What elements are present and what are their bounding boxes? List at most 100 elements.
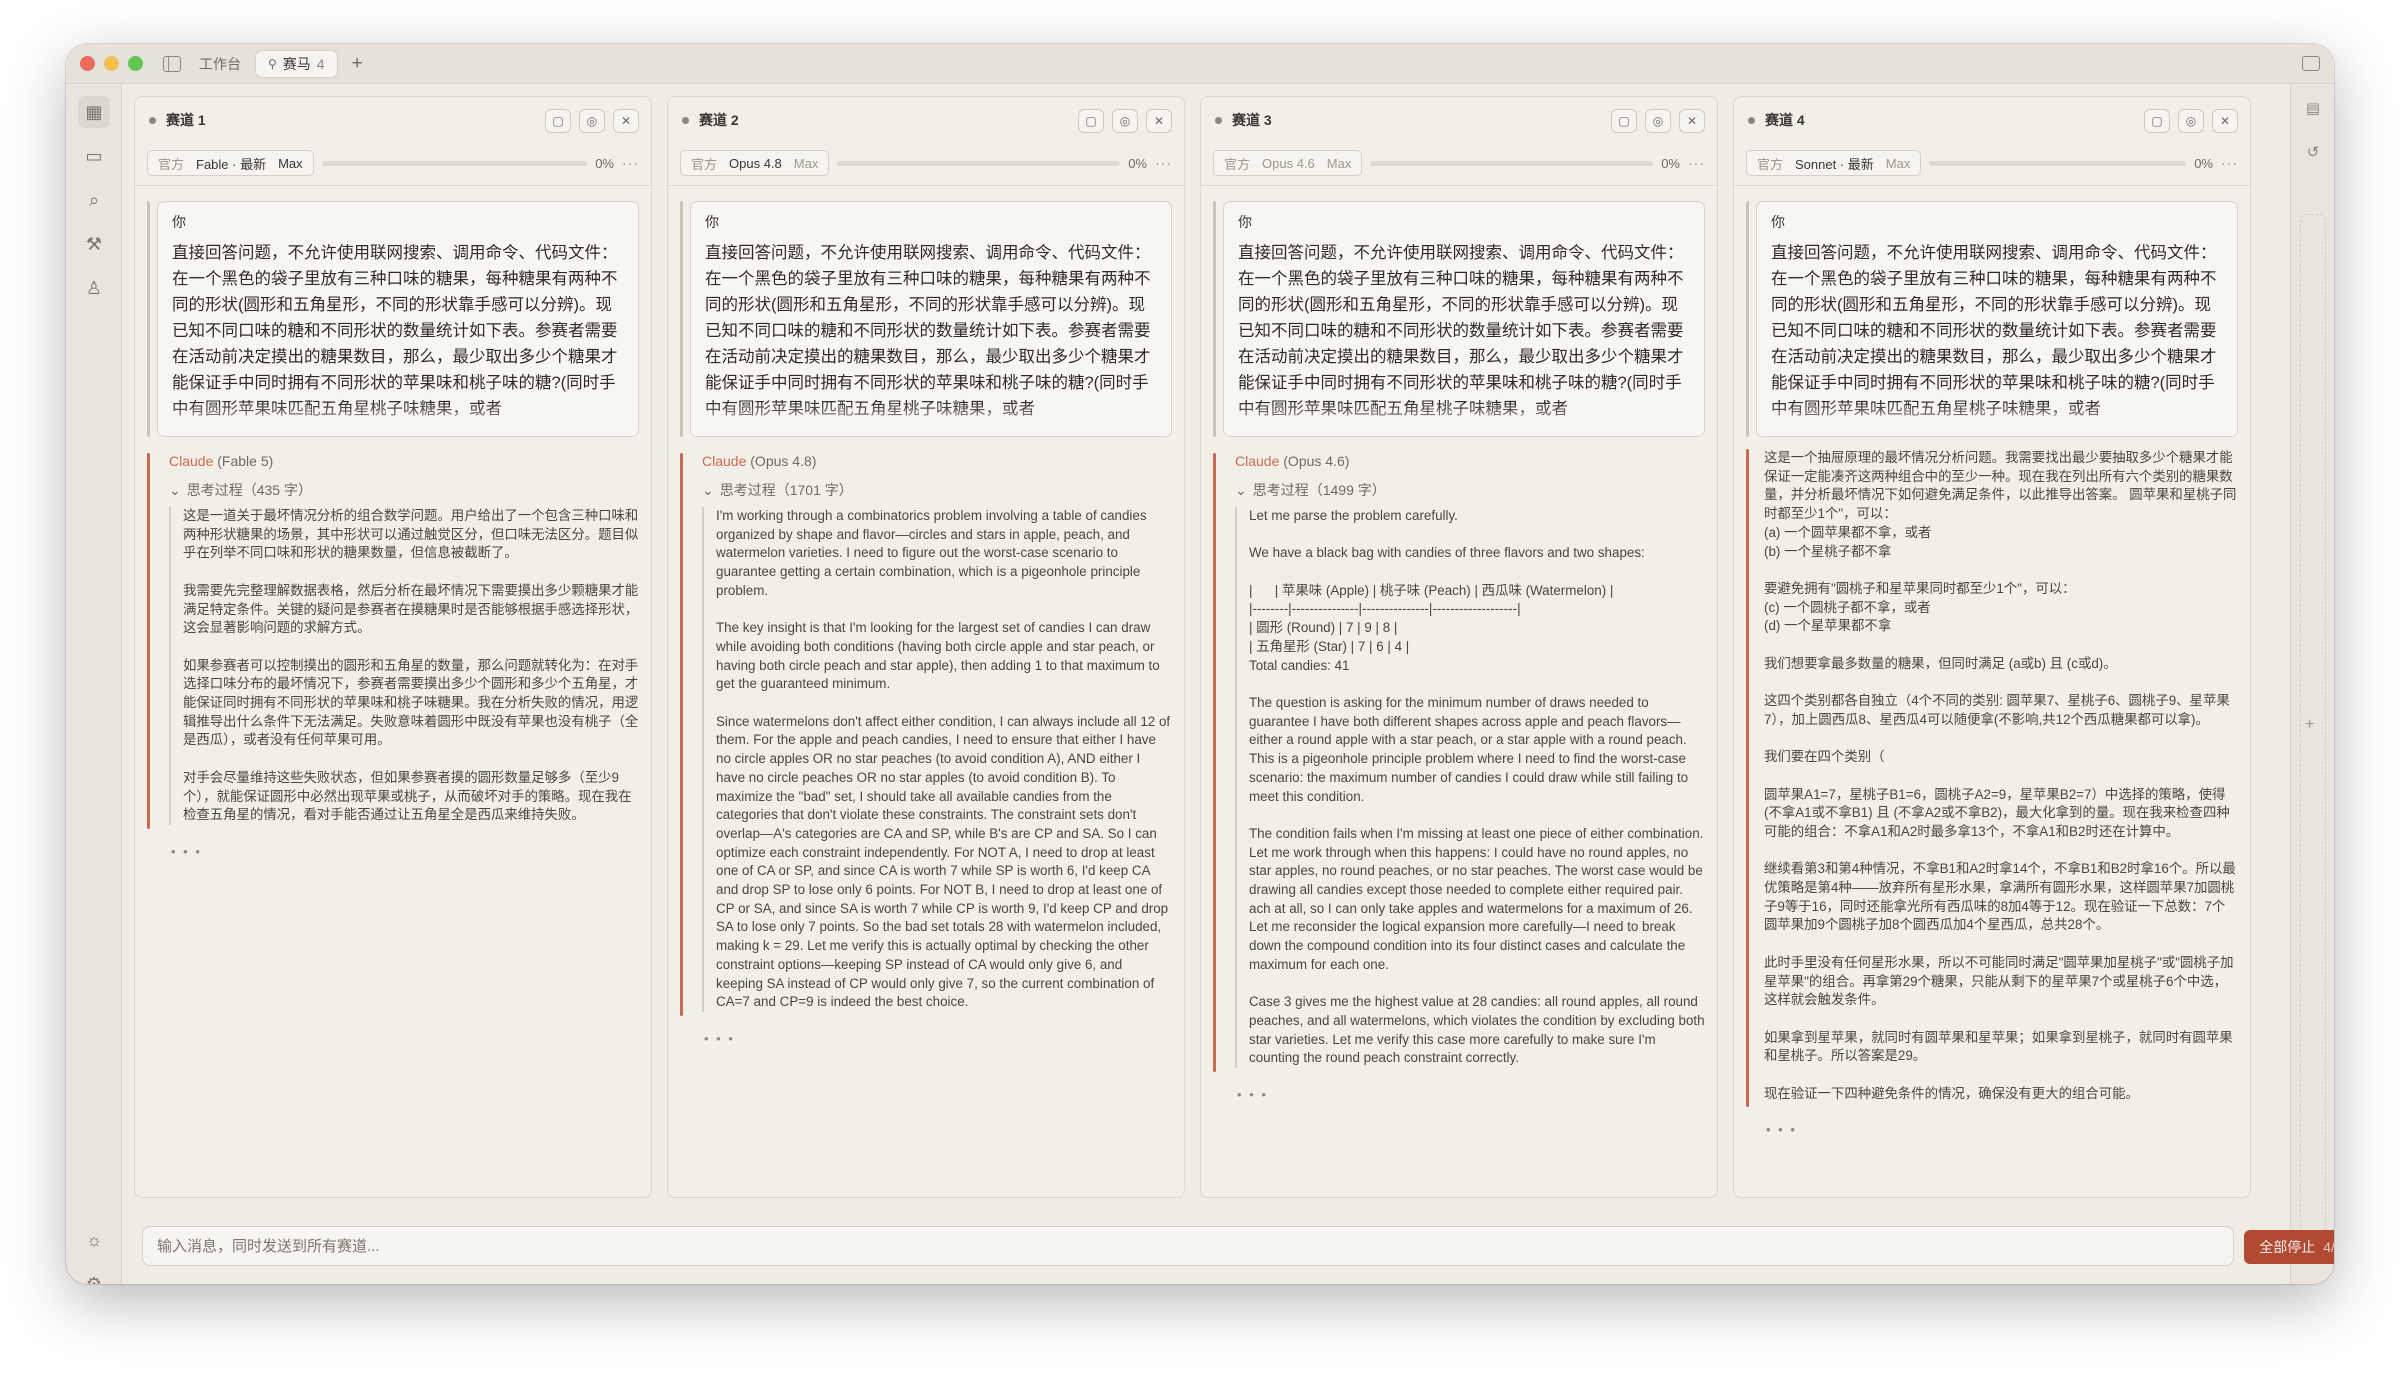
user-message-card[interactable]: 你直接回答问题，不允许使用联网搜索、调用命令、代码文件：在一个黑色的袋子里放有三… (1223, 201, 1705, 437)
close-icon[interactable]: ✕ (1679, 109, 1705, 133)
model-selector[interactable]: 官方 Sonnet · 最新 Max (1746, 150, 1922, 176)
user-label: 你 (1771, 214, 1785, 230)
user-label: 你 (172, 214, 186, 230)
add-lane-icon[interactable]: + (2305, 716, 2314, 734)
thinking-toggle[interactable]: ⌄ 思考过程（435 字） (169, 481, 639, 499)
lane-3: 赛道 3 ▢ ◎ ✕ 官方 Opus 4.6 Max 0% ··· 你直接回答问题，不允许使用联网… (1200, 96, 1718, 1198)
close-window-button[interactable] (80, 56, 95, 71)
lane-controls: ▢ ◎ ✕ (1611, 109, 1705, 133)
model-name: Opus 4.6 (1262, 155, 1315, 171)
layout-toggle-icon[interactable] (2302, 56, 2320, 71)
response-rule (147, 453, 150, 829)
thinking-rule (1235, 507, 1237, 1069)
user-message: 你直接回答问题，不允许使用联网搜索、调用命令、代码文件：在一个黑色的袋子里放有三… (147, 201, 639, 437)
more-options-icon[interactable]: ··· (622, 155, 639, 171)
effort-level: Max (793, 155, 819, 171)
chat-icon[interactable]: ▭ (78, 140, 110, 172)
panel-icon[interactable]: ▤ (2299, 94, 2327, 122)
lane-controls: ▢ ◎ ✕ (545, 109, 639, 133)
thinking-paragraph: 要避免拥有"圆桃子和星苹果同时都至少1个"，可以： (c) 一个圆桃子都不拿，或… (1764, 580, 2076, 634)
thinking-body: Let me parse the problem carefully. We ha… (1235, 507, 1705, 1069)
close-icon[interactable]: ✕ (1146, 109, 1172, 133)
settings-icon[interactable]: ⚙ (78, 1268, 110, 1285)
agent-icon[interactable]: ♙ (78, 272, 110, 304)
thinking-paragraph: We have a black bag with candies of thre… (1249, 545, 1645, 561)
thinking-rule (702, 507, 704, 1012)
provider-label: 官方 (1224, 156, 1251, 172)
thinking-label: 思考过程（1701 字） (719, 482, 853, 498)
tab-workbench[interactable]: 工作台 (199, 54, 241, 74)
lane-controls: ▢ ◎ ✕ (2144, 109, 2238, 133)
window-icon[interactable]: ▢ (1611, 109, 1637, 133)
target-icon[interactable]: ◎ (2178, 109, 2204, 133)
window-controls (80, 56, 143, 71)
chevron-down-icon: ⌄ (1235, 481, 1247, 498)
model-selector[interactable]: 官方 Opus 4.8 Max (680, 150, 830, 176)
user-message: 你直接回答问题，不允许使用联网搜索、调用命令、代码文件：在一个黑色的袋子里放有三… (1213, 201, 1705, 437)
search-icon[interactable]: ⌕ (78, 184, 110, 216)
progress-percent: 0% (1128, 155, 1147, 171)
model-selector[interactable]: 官方 Fable · 最新 Max (147, 150, 314, 176)
more-options-icon[interactable]: ··· (1155, 155, 1172, 171)
model-selector[interactable]: 官方 Opus 4.6 Max (1213, 150, 1363, 176)
minimize-window-button[interactable] (104, 56, 119, 71)
thinking-paragraph: The question is asking for the minimum n… (1249, 694, 1692, 804)
sun-icon[interactable]: ☼ (78, 1224, 110, 1256)
refresh-icon[interactable]: ↺ (2299, 138, 2327, 166)
message-input[interactable] (157, 1237, 2233, 1255)
lane-model-bar: 官方 Sonnet · 最新 Max 0% ··· (1746, 150, 2238, 176)
sidebar-toggle-icon[interactable] (163, 55, 181, 72)
lane-2: 赛道 2 ▢ ◎ ✕ 官方 Opus 4.8 Max 0% ··· 你直接回答问题，不允许使用联网… (667, 96, 1185, 1198)
app-window: 工作台 ⚲ 赛马 4 + ▦ ▭ ⌕ ⚒ ♙ ☼ ⚙ ▤ ↺ + 赛道 1 ▢ ◎ ✕… (66, 44, 2334, 1284)
tool-icon[interactable]: ⚒ (78, 228, 110, 260)
provider-label: 官方 (691, 156, 718, 172)
more-options-icon[interactable]: ··· (2221, 155, 2238, 171)
fade-overlay (1224, 402, 1704, 436)
responder-model: (Opus 4.8) (750, 453, 817, 469)
progress-bar (321, 160, 588, 166)
more-options-icon[interactable]: ··· (1688, 155, 1705, 171)
close-icon[interactable]: ✕ (613, 109, 639, 133)
user-message-card[interactable]: 你直接回答问题，不允许使用联网搜索、调用命令、代码文件：在一个黑色的袋子里放有三… (690, 201, 1172, 437)
stop-all-button[interactable]: 全部停止 4/4 (2244, 1230, 2334, 1264)
thinking-toggle[interactable]: ⌄ 思考过程（1701 字） (702, 481, 1172, 499)
divider (1734, 185, 2250, 186)
progress-bar (1929, 160, 2187, 166)
model-name: Fable · 最新 (196, 156, 267, 172)
close-icon[interactable]: ✕ (2212, 109, 2238, 133)
responder-name: Claude (Fable 5) (169, 453, 639, 471)
layout-icon[interactable]: ▦ (78, 96, 110, 128)
window-icon[interactable]: ▢ (1078, 109, 1104, 133)
message-rule (1213, 201, 1216, 437)
user-message-card[interactable]: 你直接回答问题，不允许使用联网搜索、调用命令、代码文件：在一个黑色的袋子里放有三… (1756, 201, 2238, 437)
lane-4: 赛道 4 ▢ ◎ ✕ 官方 Sonnet · 最新 Max 0% ··· 你直接回答问题，不允许使… (1733, 96, 2251, 1198)
model-name: Opus 4.8 (729, 155, 782, 171)
user-message-text: 直接回答问题，不允许使用联网搜索、调用命令、代码文件：在一个黑色的袋子里放有三种… (705, 244, 1151, 418)
model-name: Sonnet · 最新 (1795, 156, 1874, 172)
window-icon[interactable]: ▢ (2144, 109, 2170, 133)
thinking-toggle[interactable]: ⌄ 思考过程（1499 字） (1235, 481, 1705, 499)
window-icon[interactable]: ▢ (545, 109, 571, 133)
tab-race[interactable]: ⚲ 赛马 4 (255, 49, 338, 78)
user-message: 你直接回答问题，不允许使用联网搜索、调用命令、代码文件：在一个黑色的袋子里放有三… (680, 201, 1172, 437)
target-icon[interactable]: ◎ (579, 109, 605, 133)
zoom-window-button[interactable] (128, 56, 143, 71)
lane-title: 赛道 4 (1765, 112, 1805, 128)
user-message-text: 直接回答问题，不允许使用联网搜索、调用命令、代码文件：在一个黑色的袋子里放有三种… (1238, 244, 1684, 418)
left-rail: ▦ ▭ ⌕ ⚒ ♙ ☼ ⚙ (66, 84, 122, 1284)
user-message-card[interactable]: 你直接回答问题，不允许使用联网搜索、调用命令、代码文件：在一个黑色的袋子里放有三… (157, 201, 639, 437)
add-tab-button[interactable]: + (352, 53, 363, 75)
message-rule (680, 201, 683, 437)
divider (135, 185, 651, 186)
target-icon[interactable]: ◎ (1645, 109, 1671, 133)
thinking-paragraph: 如果拿到星苹果，就同时有圆苹果和星苹果；如果拿到星桃子，就同时有圆苹果和星桃子。… (1764, 1029, 2233, 1064)
response-rule (1213, 453, 1216, 1072)
chevron-down-icon: ⌄ (169, 481, 181, 498)
target-icon[interactable]: ◎ (1112, 109, 1138, 133)
thinking-paragraph: 继续看第3和第4种情况，不拿B1和A2时拿14个，不拿B1和B2时拿16个。所以… (1764, 861, 2236, 933)
thinking-body: 这是一道关于最坏情况分析的组合数学问题。用户给出了一个包含三种口味和两种形状糖果… (169, 507, 639, 825)
thinking-label: 思考过程（1499 字） (1252, 482, 1386, 498)
thinking-paragraph: 我需要先完整理解数据表格，然后分析在最坏情况下需要摸出多少颗糖果才能满足特定条件… (183, 582, 639, 636)
status-dot (1215, 116, 1222, 124)
assistant-response: Claude (Opus 4.8) ⌄ 思考过程（1701 字） I'm workin… (680, 453, 1172, 1046)
